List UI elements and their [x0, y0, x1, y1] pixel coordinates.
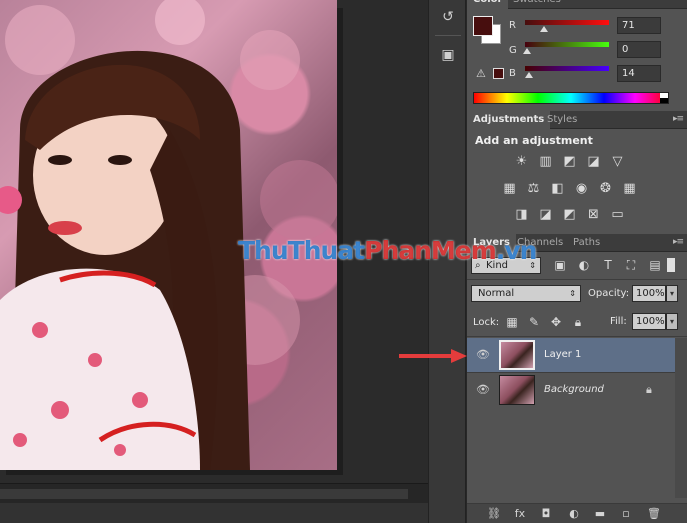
blue-value-field[interactable]: 14 — [617, 65, 661, 82]
red-value-field[interactable]: 71 — [617, 17, 661, 34]
channel-g-label: G — [509, 45, 517, 56]
divider — [467, 279, 687, 280]
hue-saturation-icon[interactable]: ▦ — [501, 181, 518, 196]
scrollbar-thumb[interactable] — [0, 489, 408, 499]
photo-canvas[interactable] — [0, 0, 337, 470]
fill-field[interactable]: 100% — [632, 313, 666, 330]
layer-lock-icon: 🔒︎ — [646, 383, 652, 396]
filter-toggle[interactable] — [667, 258, 675, 272]
color-panel-tabs: Color Swatches — [467, 0, 687, 9]
tool-divider — [435, 35, 461, 36]
layer-name[interactable]: Background — [544, 384, 604, 395]
red-slider-knob[interactable] — [540, 26, 548, 32]
adjustments-title: Add an adjustment — [475, 134, 593, 147]
layer-thumbnail — [499, 375, 535, 405]
new-adjustment-layer-icon[interactable]: ◐ — [567, 507, 581, 521]
layer-row-layer1[interactable]: 👁︎ Layer 1 — [467, 338, 675, 372]
adjustments-panel-tabs: Adjustments Styles ▸≡ — [467, 111, 687, 129]
watermark-text: ThuThuatPhanMem.vn — [238, 236, 538, 265]
blue-slider[interactable] — [525, 66, 609, 71]
green-slider-knob[interactable] — [523, 48, 531, 54]
link-layers-icon[interactable]: ⛓ — [487, 507, 501, 521]
layer-name[interactable]: Layer 1 — [544, 349, 581, 360]
new-layer-icon[interactable]: ▫ — [619, 507, 633, 521]
photo-filter-icon[interactable]: ◉ — [573, 181, 590, 196]
tab-styles[interactable]: Styles — [541, 111, 583, 129]
lock-transparent-icon[interactable]: ▦ — [505, 315, 519, 329]
filter-smart-object-icon[interactable]: ▤ — [648, 258, 662, 272]
filter-shape-icon[interactable]: ⛶ — [624, 258, 638, 272]
add-mask-icon[interactable]: ◘ — [539, 507, 553, 521]
exposure-icon[interactable]: ◪ — [585, 154, 602, 169]
warning-icon[interactable]: ⚠ — [476, 67, 490, 80]
visibility-eye-icon[interactable]: 👁︎ — [476, 349, 490, 361]
tab-paths[interactable]: Paths — [567, 234, 606, 252]
lock-image-brush-icon[interactable]: ✎ — [527, 315, 541, 329]
color-spectrum-bar[interactable] — [473, 92, 669, 104]
red-slider[interactable] — [525, 20, 609, 25]
filter-adjustment-icon[interactable]: ◐ — [577, 258, 591, 272]
gamut-color-swatch[interactable] — [493, 68, 504, 79]
channel-r-label: R — [509, 20, 516, 31]
chevron-updown-icon: ⇕ — [569, 289, 576, 298]
history-icon[interactable]: ↺ — [437, 6, 459, 28]
blend-mode-value: Normal — [478, 288, 515, 299]
selective-color-icon[interactable]: ⊠ — [585, 207, 602, 222]
lock-position-move-icon[interactable]: ✥ — [549, 315, 563, 329]
levels-icon[interactable]: ▥ — [537, 154, 554, 169]
green-slider[interactable] — [525, 42, 609, 47]
photoshop-window: ThuThuatPhanMem.vn ↺ ▣ Color Swatches R … — [0, 0, 687, 523]
lock-all-icon[interactable]: 🔒︎ — [571, 315, 585, 329]
blue-slider-knob[interactable] — [525, 72, 533, 78]
fill-label: Fill: — [610, 316, 627, 327]
invert-icon[interactable]: ◨ — [513, 207, 530, 222]
status-bar — [0, 503, 428, 523]
color-lookup-icon[interactable]: ▦ — [621, 181, 638, 196]
opacity-label: Opacity: — [588, 288, 630, 299]
watermark-part2: PhanMem — [364, 236, 497, 265]
filter-pixel-icon[interactable]: ▣ — [553, 258, 567, 272]
watermark-part1: ThuThuat — [238, 236, 365, 265]
layers-footer-toolbar: ⛓ fx ◘ ◐ ▬ ▫ 🗑︎ — [467, 503, 687, 523]
layer-style-fx-icon[interactable]: fx — [513, 507, 527, 521]
tab-swatches[interactable]: Swatches — [507, 0, 567, 9]
lock-label: Lock: — [473, 317, 500, 328]
brightness-contrast-icon[interactable]: ☀ — [513, 154, 530, 169]
visibility-eye-icon[interactable]: 👁︎ — [476, 384, 490, 396]
divider — [467, 336, 687, 337]
green-value-field[interactable]: 0 — [617, 41, 661, 58]
portrait-image — [0, 0, 337, 470]
vibrance-icon[interactable]: ▽ — [609, 154, 626, 169]
tab-adjustments[interactable]: Adjustments — [467, 111, 551, 129]
gradient-map-icon[interactable]: ▭ — [609, 207, 626, 222]
threshold-icon[interactable]: ◩ — [561, 207, 578, 222]
curves-icon[interactable]: ◩ — [561, 154, 578, 169]
layers-scrollbar[interactable] — [675, 338, 687, 498]
posterize-icon[interactable]: ◪ — [537, 207, 554, 222]
panel-menu-icon[interactable]: ▸≡ — [673, 114, 684, 124]
cube-icon[interactable]: ▣ — [437, 44, 459, 66]
foreground-color-swatch[interactable] — [473, 16, 493, 36]
fill-dropdown[interactable]: ▾ — [666, 313, 678, 330]
layer-row-background[interactable]: 👁︎ Background 🔒︎ — [467, 373, 675, 407]
red-arrow-annotation — [399, 349, 467, 363]
color-balance-icon[interactable]: ⚖ — [525, 181, 542, 196]
delete-layer-trash-icon[interactable]: 🗑︎ — [647, 507, 661, 521]
layer-thumbnail — [499, 340, 535, 370]
horizontal-scrollbar[interactable] — [0, 483, 428, 503]
channel-b-label: B — [509, 68, 516, 79]
opacity-field[interactable]: 100% — [632, 285, 666, 302]
filter-type-icon[interactable]: T — [601, 258, 615, 272]
layers-panel-menu-icon[interactable]: ▸≡ — [673, 237, 684, 247]
canvas-shadow-bottom — [6, 470, 343, 475]
channel-mixer-icon[interactable]: ❂ — [597, 181, 614, 196]
opacity-dropdown[interactable]: ▾ — [666, 285, 678, 302]
black-white-icon[interactable]: ◧ — [549, 181, 566, 196]
new-group-folder-icon[interactable]: ▬ — [593, 507, 607, 521]
tab-color[interactable]: Color — [467, 0, 509, 9]
watermark-part3: .vn — [495, 236, 538, 265]
blend-mode-select[interactable]: Normal ⇕ — [471, 285, 581, 302]
